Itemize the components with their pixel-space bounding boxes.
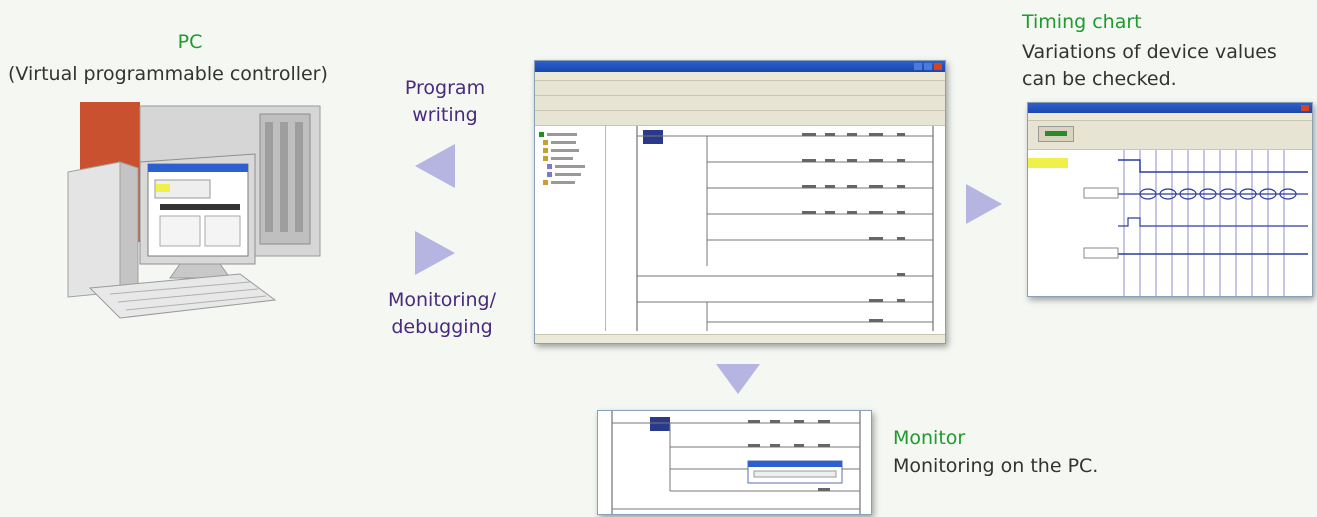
project-tree-panel: [535, 126, 606, 331]
pc-subtitle: (Virtual programmable controller): [8, 63, 328, 85]
arrow-right-icon: [415, 231, 455, 275]
monitoring-label-1: Monitoring/: [387, 289, 496, 311]
maximize-icon: [924, 63, 932, 70]
pc-title: PC: [177, 31, 203, 53]
arrow-left-icon: [415, 144, 455, 188]
timing-chart-title: Timing chart: [1022, 11, 1142, 33]
minimize-icon: [914, 63, 922, 70]
monitor-title: Monitor: [893, 427, 966, 449]
close-icon: [934, 63, 942, 70]
arrow-right-to-timing-chart-icon: [966, 184, 1002, 224]
monitor-desc: Monitoring on the PC.: [893, 455, 1099, 477]
timing-chart-window: [1027, 102, 1313, 297]
timing-chart-waveforms: [1028, 150, 1308, 296]
timing-chart-desc-2: can be checked.: [1022, 68, 1177, 90]
monitor-ladder: [611, 411, 861, 514]
ladder-program-area: [636, 126, 934, 331]
pc-illustration: [67, 102, 321, 319]
status-bar: [535, 334, 945, 343]
program-writing-label-1: Program: [404, 77, 486, 99]
timing-chart-desc-1: Variations of device values: [1022, 41, 1277, 63]
timing-close-icon: [1301, 105, 1309, 111]
arrow-down-icon: [716, 364, 760, 394]
monitor-screenshot: [597, 410, 872, 515]
monitoring-label-2: debugging: [391, 316, 493, 338]
pc-tower-icon: [67, 161, 121, 298]
program-writing-label-2: writing: [412, 104, 478, 126]
engineering-software-window: [534, 60, 946, 344]
